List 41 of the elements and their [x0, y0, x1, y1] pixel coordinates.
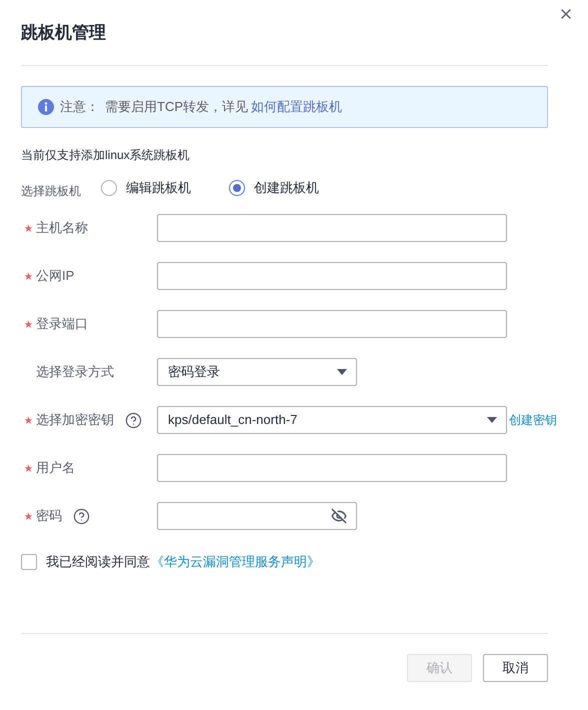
field-label: 用户名: [36, 459, 75, 478]
required-icon: [24, 272, 33, 280]
required-icon: [24, 464, 33, 472]
radio-option[interactable]: 编辑跳板机: [101, 178, 191, 198]
select-field[interactable]: kps/default_cn-north-7: [157, 406, 507, 434]
notice-text: 需要启用TCP转发，详见: [105, 98, 248, 116]
required-icon: [24, 512, 33, 520]
field-label: 公网IP: [36, 267, 74, 286]
password-field[interactable]: [157, 502, 357, 530]
create-key-link[interactable]: 创建密钥: [509, 411, 557, 429]
field-label: 选择登录方式: [36, 363, 114, 382]
required-icon: [24, 224, 33, 232]
input-field[interactable]: [157, 262, 507, 290]
input-field[interactable]: [157, 454, 507, 482]
required-icon: [24, 320, 33, 328]
notice-label: 注意：: [60, 98, 99, 116]
radio-icon[interactable]: [101, 180, 117, 196]
help-icon[interactable]: [73, 508, 90, 524]
radio-icon[interactable]: [229, 180, 245, 196]
agreement-text: 我已经阅读并同意: [46, 553, 150, 571]
help-icon[interactable]: [125, 412, 142, 428]
radio-option[interactable]: 创建跳板机: [229, 178, 319, 198]
jump-host-label: 选择跳板机: [21, 183, 82, 200]
input-field[interactable]: [157, 214, 507, 242]
field-label: 密码: [36, 507, 62, 526]
field-label: 主机名称: [36, 219, 88, 238]
configure-link[interactable]: 如何配置跳板机: [251, 97, 342, 117]
info-icon: [38, 99, 54, 115]
field-label: 选择加密密钥: [36, 411, 114, 430]
agreement-link[interactable]: 《华为云漏洞管理服务声明》: [151, 552, 320, 572]
dialog-title: 跳板机管理: [21, 22, 107, 44]
field-label: 登录端口: [36, 315, 88, 334]
caret-icon: [487, 417, 497, 423]
hint-text: 当前仅支持添加linux系统跳板机: [21, 147, 191, 164]
hidden-eye-icon[interactable]: [331, 508, 347, 524]
input-field[interactable]: [157, 310, 507, 338]
caret-icon: [337, 369, 347, 375]
agree-checkbox[interactable]: [21, 554, 37, 570]
cancel-button[interactable]: 取消: [483, 654, 548, 682]
required-icon: [24, 416, 33, 424]
select-field[interactable]: 密码登录: [157, 358, 357, 386]
